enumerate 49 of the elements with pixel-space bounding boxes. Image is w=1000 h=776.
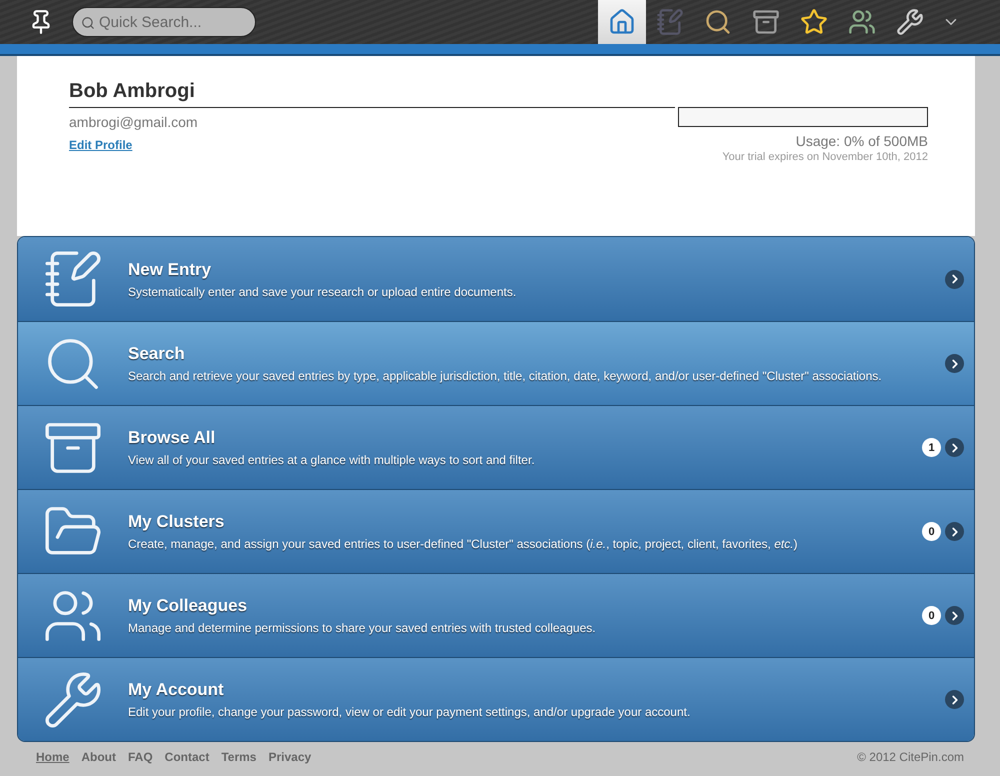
menu-title: My Colleagues [128, 596, 248, 616]
footer-link[interactable]: Terms [221, 750, 256, 764]
menu-row[interactable]: My Account Edit your profile, change your password, view or edit your payment settings, and/or upgrade your account. [18, 657, 974, 741]
cabinet-icon [752, 8, 780, 36]
wrench-icon [896, 8, 924, 36]
menu-description: Edit your profile, change your password, view or edit your payment settings, and/or upgrade your account. [128, 705, 692, 719]
menu-row[interactable]: New Entry Systematically enter and save your research or upload entire documents. [18, 237, 974, 321]
footer-link[interactable]: About [81, 750, 116, 764]
search-field[interactable]: Quick Search... [72, 7, 256, 37]
footer-link[interactable]: Privacy [268, 750, 312, 764]
menu-title: New Entry [128, 260, 212, 280]
count-badge: 0 [922, 522, 941, 541]
arrow-button[interactable] [945, 354, 964, 373]
menu-title: Browse All [128, 428, 216, 448]
star-icon [800, 8, 828, 36]
house-icon [608, 8, 636, 36]
arrow-button[interactable] [945, 438, 964, 457]
menu-row[interactable]: Search Search and retrieve your saved entries by type, applicable jurisdiction, title, citation, date, keyword, and/or user-defined "Cluster" associations. [18, 321, 974, 405]
footer-link[interactable]: FAQ [128, 750, 153, 764]
search-icon [81, 16, 95, 30]
usage-text: Usage: 0% of 500MB [796, 133, 928, 149]
arrow-button[interactable] [945, 270, 964, 288]
count-badge: 1 [922, 438, 941, 457]
menu-description: Manage and determine permissions to share your saved entries with trusted colleagues. [128, 621, 597, 635]
menu-row[interactable]: My Clusters Create, manage, and assign your saved entries to user-defined "Cluster" associations (i.e., topic, project, client, favorites, etc.) 0 [18, 489, 974, 573]
user-name: Bob Ambrogi [69, 80, 675, 108]
menu-description: View all of your saved entries at a glance with multiple ways to sort and filter. [128, 453, 536, 467]
people-icon [848, 8, 876, 36]
menu-title: My Account [128, 680, 225, 700]
footer-link[interactable]: Home [36, 750, 70, 764]
menu-title: Search [128, 344, 186, 364]
menu-description: Search and retrieve your saved entries by type, applicable jurisdiction, title, citation, date, keyword, and/or user-defined "Cluster" associations. [128, 369, 883, 383]
magnifier-icon [704, 8, 732, 36]
count-badge: 0 [922, 606, 941, 625]
user-email: ambrogi@gmail.com [69, 114, 198, 130]
menu-description: Create, manage, and assign your saved entries to user-defined "Cluster" associations (i.e., topic, project, client, favorites, etc.) [128, 537, 799, 551]
copyright-text: © 2012 CitePin.com [857, 750, 964, 764]
edit-profile-link[interactable]: Edit Profile [69, 138, 198, 152]
arrow-button[interactable] [945, 606, 964, 625]
footer-link[interactable]: Contact [164, 750, 210, 764]
menu-title: My Clusters [128, 512, 226, 532]
menu-row[interactable]: My Colleagues Manage and determine permissions to share your saved entries with trusted colleagues. 0 [18, 573, 974, 657]
menu-description: Systematically enter and save your research or upload entire documents. [128, 284, 518, 298]
arrow-button[interactable] [945, 522, 964, 541]
notepad-icon [656, 8, 684, 36]
trial-text: Your trial expires on November 10th, 2012 [722, 151, 928, 163]
menu-row[interactable]: Browse All View all of your saved entries at a glance with multiple ways to sort and filter. 1 [18, 405, 974, 489]
arrow-button[interactable] [945, 690, 964, 709]
nav-button[interactable] [598, 0, 646, 44]
